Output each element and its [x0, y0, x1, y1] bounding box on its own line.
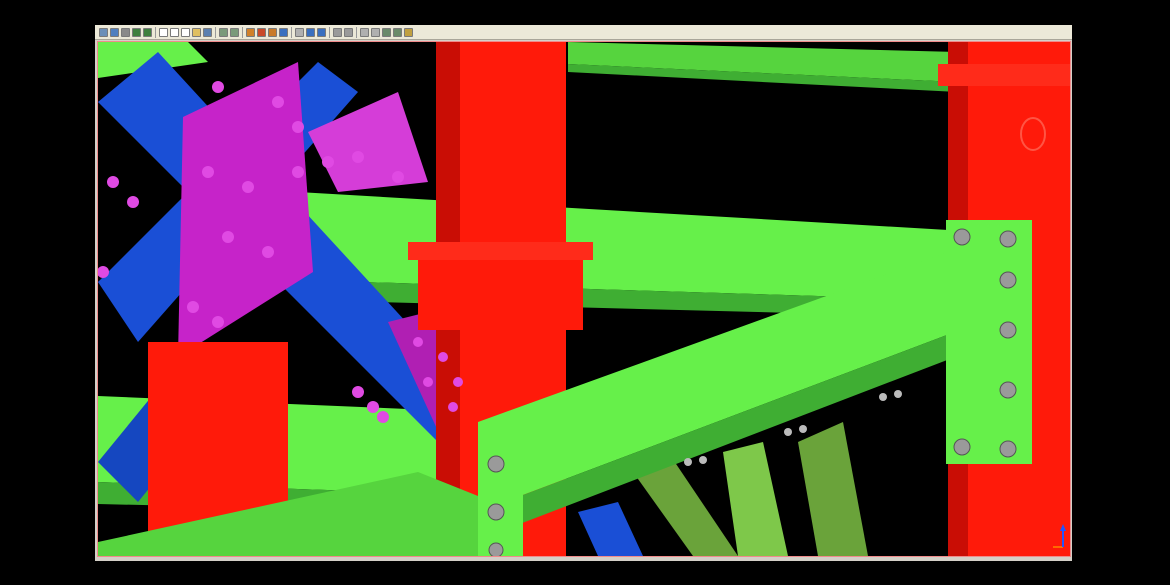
- redo-icon[interactable]: [143, 27, 152, 37]
- column-right-cap: [938, 64, 1070, 86]
- paste-icon[interactable]: [192, 27, 201, 37]
- toolbar-separator: [242, 26, 243, 38]
- print-icon[interactable]: [121, 27, 130, 37]
- window-icon[interactable]: [170, 27, 179, 37]
- toolbar-separator: [155, 26, 156, 38]
- section-icon[interactable]: [382, 27, 391, 37]
- undo-icon[interactable]: [132, 27, 141, 37]
- toolbar-separator: [215, 26, 216, 38]
- copy-icon[interactable]: [181, 27, 190, 37]
- open-icon[interactable]: [99, 27, 108, 37]
- rotate-icon[interactable]: [344, 27, 353, 37]
- toolbar-separator: [329, 26, 330, 38]
- steel-structure-model: [98, 42, 1070, 556]
- toolbar-separator: [356, 26, 357, 38]
- light-icon[interactable]: [279, 27, 288, 37]
- properties-icon[interactable]: [203, 27, 212, 37]
- toolbar-separator: [291, 26, 292, 38]
- end-plate-right: [946, 220, 1032, 464]
- layer-icon[interactable]: [317, 27, 326, 37]
- 3d-viewport[interactable]: [97, 41, 1071, 557]
- grid-icon[interactable]: [306, 27, 315, 37]
- settings-icon[interactable]: [404, 27, 413, 37]
- measure-icon[interactable]: [360, 27, 369, 37]
- pan-icon[interactable]: [333, 27, 342, 37]
- zoom-extents-icon[interactable]: [219, 27, 228, 37]
- save-icon[interactable]: [110, 27, 119, 37]
- application-window: [95, 25, 1072, 561]
- render-icon[interactable]: [246, 27, 255, 37]
- shade-icon[interactable]: [257, 27, 266, 37]
- clip-icon[interactable]: [393, 27, 402, 37]
- snap-icon[interactable]: [295, 27, 304, 37]
- material-icon[interactable]: [268, 27, 277, 37]
- zoom-window-icon[interactable]: [230, 27, 239, 37]
- column-cap-plate: [408, 242, 593, 260]
- toolbar: [95, 25, 1072, 40]
- select-icon[interactable]: [159, 27, 168, 37]
- dimension-icon[interactable]: [371, 27, 380, 37]
